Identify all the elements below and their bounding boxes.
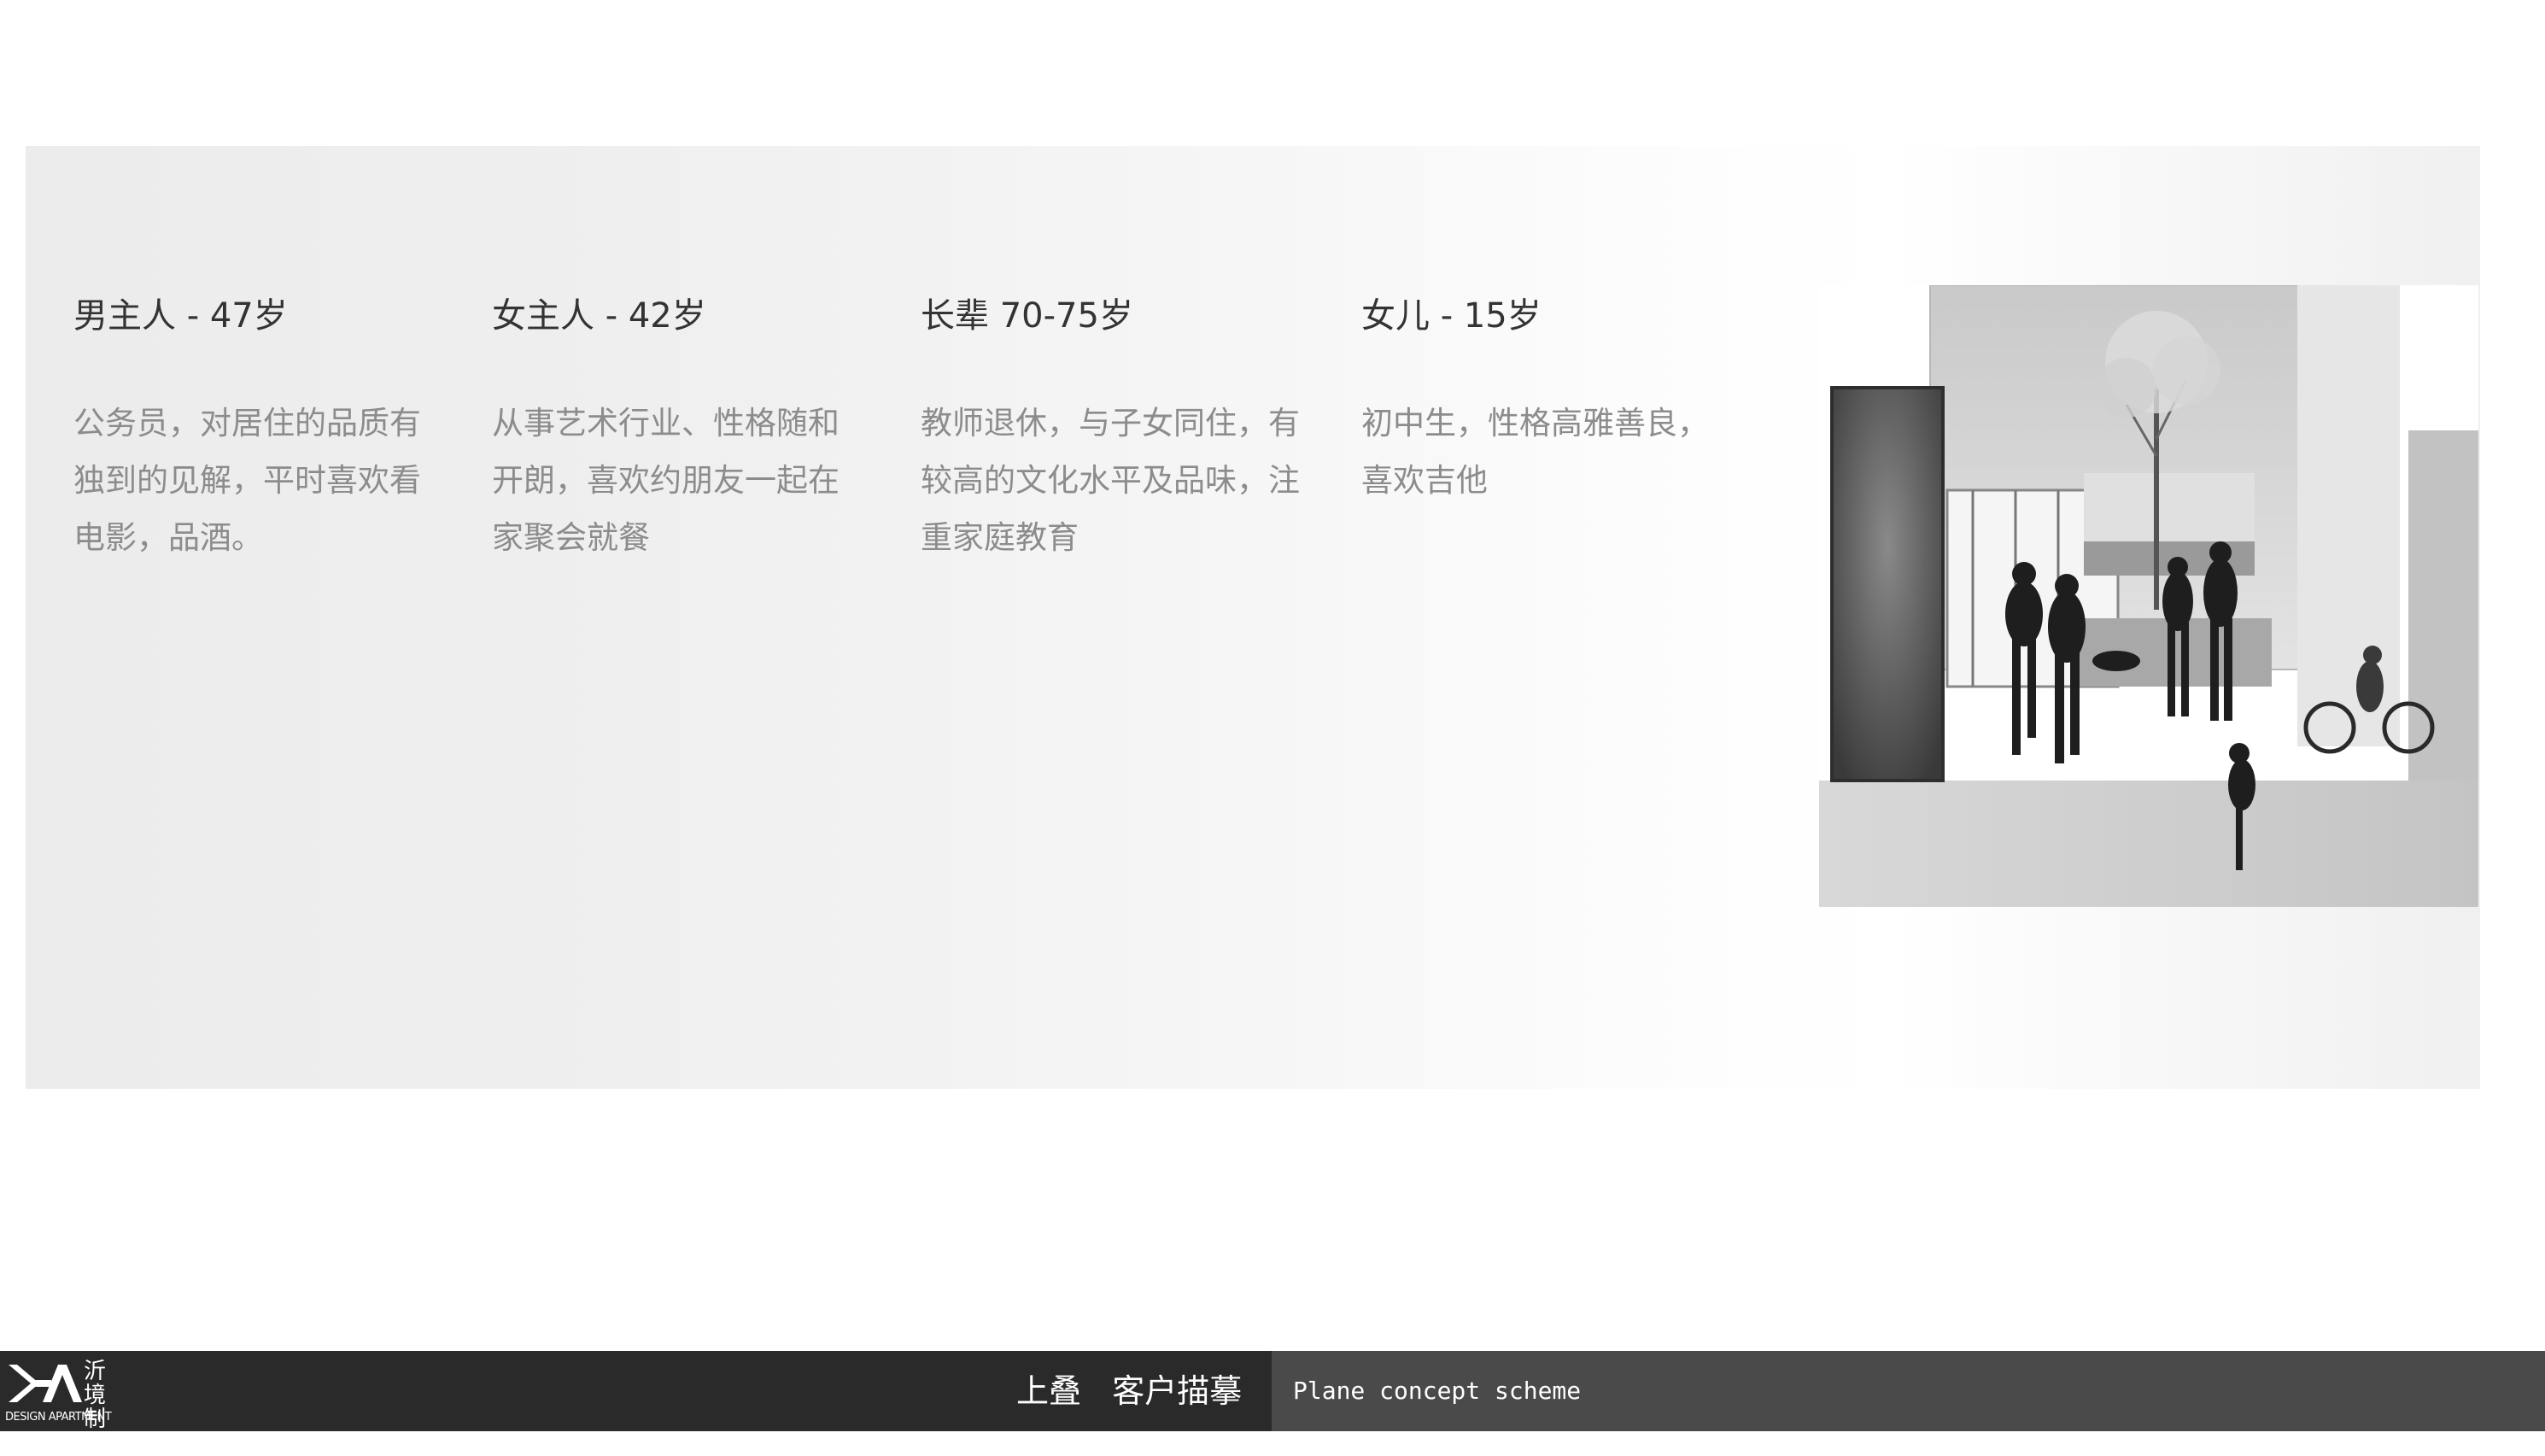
persona-description: 从事艺术行业、性格随和开朗，喜欢约朋友一起在家聚会就餐 (492, 405, 840, 556)
persona-title: 女儿 - 15岁 (1361, 296, 1542, 336)
persona-daughter: 女儿 - 15岁 初中生，性格高雅善良，喜欢吉他 (1361, 290, 1711, 509)
footer-subtitle: Plane concept scheme (1293, 1377, 1582, 1405)
footer-bar: 沂境制作 DESIGN APARTMENT 上叠 客户描摹 Plane conc… (0, 1351, 2545, 1455)
persona-description: 教师退休，与子女同住，有较高的文化水平及品味，注重家庭教育 (921, 405, 1300, 556)
footer-title: 上叠 客户描摹 (1016, 1372, 1243, 1410)
company-logo: 沂境制作 DESIGN APARTMENT (5, 1360, 133, 1455)
persona-title: 长辈 70-75岁 (921, 296, 1133, 336)
persona-title: 男主人 - 47岁 (73, 296, 288, 336)
persona-description: 公务员，对居住的品质有独到的见解，平时喜欢看电影，品酒。 (73, 405, 421, 556)
persona-title: 女主人 - 42岁 (492, 296, 706, 336)
logo-english-text: DESIGN APARTMENT (5, 1411, 112, 1424)
logo-chinese-text: 沂境制作 (84, 1359, 107, 1456)
logo-mark-icon (9, 1365, 82, 1402)
persona-description: 初中生，性格高雅善良，喜欢吉他 (1361, 405, 1709, 499)
persona-elder: 长辈 70-75岁 教师退休，与子女同住，有较高的文化水平及品味，注重家庭教育 (921, 290, 1313, 566)
persona-husband: 男主人 - 47岁 公务员，对居住的品质有独到的见解，平时喜欢看电影，品酒。 (73, 290, 432, 566)
courtyard-collage-image (1819, 285, 2478, 907)
persona-wife: 女主人 - 42岁 从事艺术行业、性格随和开朗，喜欢约朋友一起在家聚会就餐 (492, 290, 851, 566)
